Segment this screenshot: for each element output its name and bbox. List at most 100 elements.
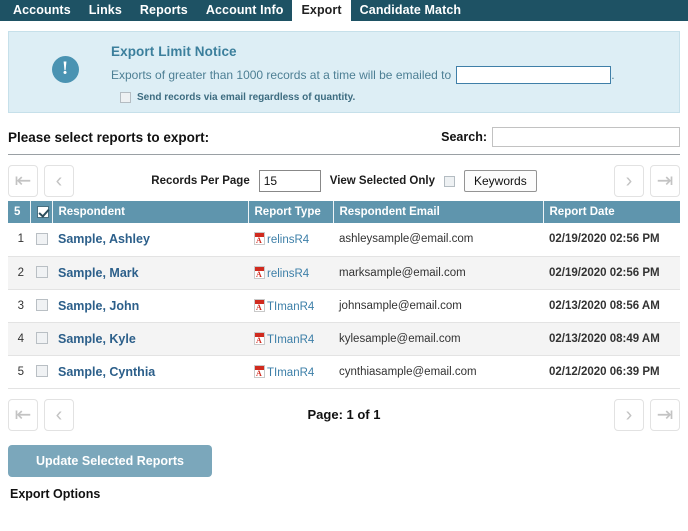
report-type-link[interactable]: TImanR4 bbox=[267, 366, 314, 378]
row-date: 02/12/2020 06:39 PM bbox=[543, 355, 680, 389]
notice-message-text: Exports of greater than 1000 records at … bbox=[111, 68, 452, 82]
prev-page-button-bottom[interactable]: ‹ bbox=[44, 398, 74, 431]
row-select-cell[interactable] bbox=[30, 355, 52, 389]
search-label: Search: bbox=[441, 130, 487, 144]
respondent-link[interactable]: Sample, John bbox=[58, 299, 139, 313]
respondent-link[interactable]: Sample, Kyle bbox=[58, 332, 136, 346]
respondent-link[interactable]: Sample, Cynthia bbox=[58, 365, 155, 379]
row-number: 3 bbox=[8, 289, 30, 323]
bottom-pager-toolbar: ⇤ ‹ Page: 1 of 1 › ⇥ bbox=[8, 397, 680, 433]
top-pager-right: › ⇥ bbox=[613, 165, 680, 197]
page-title: Please select reports to export: bbox=[8, 129, 210, 145]
row-email: kylesample@email.com bbox=[333, 322, 543, 356]
row-checkbox[interactable] bbox=[36, 299, 48, 312]
keywords-button[interactable]: Keywords bbox=[464, 170, 537, 192]
first-page-button-bottom[interactable]: ⇤ bbox=[8, 398, 38, 431]
nav-tab-export[interactable]: Export bbox=[292, 0, 351, 21]
row-report-type-cell: relinsR4 bbox=[248, 223, 333, 257]
row-select-cell[interactable] bbox=[30, 289, 52, 323]
row-number: 2 bbox=[8, 256, 30, 290]
nav-tab-candidate-match[interactable]: Candidate Match bbox=[351, 0, 471, 21]
table-row[interactable]: 4 Sample, Kyle TImanR4 kylesample@email.… bbox=[8, 322, 680, 356]
row-date: 02/19/2020 02:56 PM bbox=[543, 223, 680, 257]
export-options-label: Export Options bbox=[10, 486, 101, 501]
nav-tab-reports[interactable]: Reports bbox=[131, 0, 197, 21]
records-per-page-input[interactable] bbox=[258, 170, 321, 192]
view-selected-only-checkbox[interactable] bbox=[444, 175, 455, 187]
send-via-email-checkbox[interactable] bbox=[120, 92, 131, 103]
pdf-icon bbox=[254, 265, 265, 279]
next-page-button-top[interactable]: › bbox=[613, 165, 644, 197]
send-via-email-row[interactable]: Send records via email regardless of qua… bbox=[111, 92, 669, 103]
row-select-cell[interactable] bbox=[30, 223, 52, 257]
row-select-cell[interactable] bbox=[30, 322, 52, 356]
row-email: johnsample@email.com bbox=[333, 289, 543, 323]
table-row[interactable]: 5 Sample, Cynthia TImanR4 cynthiasample@… bbox=[8, 355, 680, 389]
report-type-link[interactable]: relinsR4 bbox=[267, 234, 309, 246]
row-checkbox[interactable] bbox=[36, 365, 48, 378]
pdf-icon bbox=[254, 298, 265, 312]
table-row[interactable]: 3 Sample, John TImanR4 johnsample@email.… bbox=[8, 289, 680, 323]
first-page-button-top[interactable]: ⇤ bbox=[8, 165, 38, 197]
next-page-button-bottom[interactable]: › bbox=[614, 398, 644, 431]
row-respondent-cell: Sample, Mark bbox=[52, 256, 248, 290]
last-page-button-top[interactable]: ⇥ bbox=[649, 165, 680, 197]
table-row[interactable]: 2 Sample, Mark relinsR4 marksample@email… bbox=[8, 256, 680, 290]
report-type-link[interactable]: TImanR4 bbox=[267, 300, 314, 312]
respondent-link[interactable]: Sample, Mark bbox=[58, 266, 139, 280]
respondent-link[interactable]: Sample, Ashley bbox=[58, 232, 150, 246]
row-checkbox[interactable] bbox=[36, 332, 48, 345]
row-report-type-cell: TImanR4 bbox=[248, 355, 333, 389]
row-respondent-cell: Sample, Ashley bbox=[52, 223, 248, 257]
search-input[interactable] bbox=[492, 127, 680, 147]
row-number: 1 bbox=[8, 223, 30, 257]
records-toolbar: Records Per Page View Selected Only Keyw… bbox=[151, 170, 537, 192]
view-selected-only-label: View Selected Only bbox=[329, 175, 435, 187]
row-email: cynthiasample@email.com bbox=[333, 355, 543, 389]
nav-tab-accounts[interactable]: Accounts bbox=[4, 0, 80, 21]
top-pager-toolbar: ⇤ ‹ Records Per Page View Selected Only … bbox=[8, 163, 680, 199]
last-page-button-bottom[interactable]: ⇥ bbox=[650, 398, 680, 431]
row-checkbox[interactable] bbox=[36, 266, 48, 279]
row-respondent-cell: Sample, John bbox=[52, 289, 248, 323]
row-email: marksample@email.com bbox=[333, 256, 543, 290]
row-email: ashleysample@email.com bbox=[333, 223, 543, 257]
pdf-icon bbox=[254, 331, 265, 345]
update-selected-reports-button[interactable]: Update Selected Reports bbox=[8, 444, 212, 477]
table-row[interactable]: 1 Sample, Ashley relinsR4 ashleysample@e… bbox=[8, 223, 680, 257]
bottom-pager-right: › ⇥ bbox=[614, 398, 680, 431]
nav-tab-account-info[interactable]: Account Info bbox=[197, 0, 293, 21]
row-number: 4 bbox=[8, 322, 30, 356]
notice-title: Export Limit Notice bbox=[111, 44, 237, 59]
row-checkbox[interactable] bbox=[36, 233, 48, 246]
notice-email-input[interactable] bbox=[456, 66, 612, 84]
bottom-pager-left: ⇤ ‹ bbox=[8, 398, 74, 431]
row-date: 02/13/2020 08:49 AM bbox=[543, 322, 680, 356]
export-limit-notice-panel: ! Export Limit Notice Exports of greater… bbox=[8, 31, 680, 113]
notice-icon-container: ! bbox=[19, 40, 111, 83]
notice-message-suffix: . bbox=[611, 68, 615, 82]
header-selected-count: 5 bbox=[8, 201, 31, 223]
select-all-checkbox[interactable] bbox=[36, 205, 49, 218]
main-navigation-bar: Accounts Links Reports Account Info Expo… bbox=[0, 0, 688, 21]
report-type-link[interactable]: relinsR4 bbox=[267, 267, 309, 279]
report-type-link[interactable]: TImanR4 bbox=[267, 333, 314, 345]
header-report-date[interactable]: Report Date bbox=[543, 201, 680, 223]
prev-page-button-top[interactable]: ‹ bbox=[44, 165, 74, 197]
row-respondent-cell: Sample, Cynthia bbox=[52, 355, 248, 389]
pdf-icon bbox=[254, 364, 265, 378]
send-via-email-label: Send records via email regardless of qua… bbox=[137, 92, 356, 103]
reports-table-body: 1 Sample, Ashley relinsR4 ashleysample@e… bbox=[8, 223, 680, 389]
header-select-all-cell[interactable] bbox=[30, 201, 53, 223]
top-pager-left: ⇤ ‹ bbox=[8, 165, 74, 197]
pdf-icon bbox=[254, 232, 265, 246]
header-report-type[interactable]: Report Type bbox=[248, 201, 334, 223]
header-respondent-email[interactable]: Respondent Email bbox=[333, 201, 544, 223]
header-respondent[interactable]: Respondent bbox=[52, 201, 249, 223]
table-header-row: 5 Respondent Report Type Respondent Emai… bbox=[8, 201, 680, 223]
row-date: 02/19/2020 02:56 PM bbox=[543, 256, 680, 290]
exclamation-icon: ! bbox=[51, 56, 79, 83]
row-select-cell[interactable] bbox=[30, 256, 52, 290]
row-number: 5 bbox=[8, 355, 30, 389]
nav-tab-links[interactable]: Links bbox=[80, 0, 131, 21]
